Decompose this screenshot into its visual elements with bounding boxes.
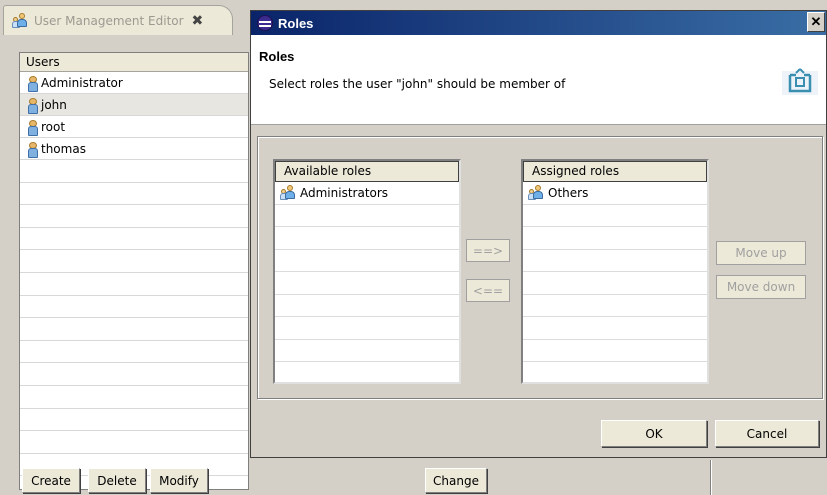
ok-button[interactable]: OK — [601, 420, 707, 447]
available-roles-list[interactable]: Available roles Administrators — [273, 159, 461, 384]
assigned-roles-header[interactable]: Assigned roles — [523, 161, 707, 182]
table-row — [20, 409, 248, 432]
role-name: Administrators — [300, 185, 389, 200]
editor-tab[interactable]: User Management Editor ✖ — [3, 5, 233, 35]
table-row — [20, 363, 248, 386]
dialog-message: Select roles the user "john" should be m… — [269, 77, 566, 91]
list-item — [275, 205, 459, 227]
list-item — [275, 227, 459, 250]
list-item — [275, 317, 459, 340]
list-item — [523, 205, 707, 227]
dialog-titlebar[interactable]: Roles ✕ — [251, 11, 826, 35]
user-row-thomas[interactable]: thomas — [20, 138, 248, 160]
table-row — [20, 296, 248, 319]
user-name: john — [41, 97, 67, 112]
list-item — [523, 272, 707, 295]
table-row — [20, 160, 248, 183]
list-item — [275, 340, 459, 362]
dialog-window-title: Roles — [278, 15, 314, 31]
modify-button[interactable]: Modify — [150, 468, 208, 493]
list-item — [275, 295, 459, 317]
users-column-header[interactable]: Users — [20, 53, 248, 72]
assigned-roles-list[interactable]: Assigned roles Others — [521, 159, 709, 384]
eclipse-icon — [257, 15, 273, 31]
list-item — [275, 250, 459, 272]
move-down-button[interactable]: Move down — [716, 275, 806, 299]
table-row — [20, 431, 248, 454]
table-row — [20, 250, 248, 273]
list-item[interactable]: Others — [523, 182, 707, 205]
add-role-button[interactable]: ==> — [466, 239, 510, 262]
table-row — [20, 228, 248, 251]
table-row — [20, 205, 248, 228]
table-row — [20, 341, 248, 364]
group-icon — [280, 185, 296, 201]
list-item[interactable]: Administrators — [275, 182, 459, 205]
list-item — [523, 340, 707, 362]
dialog-header: Roles Select roles the user "john" shoul… — [251, 35, 826, 125]
create-button[interactable]: Create — [22, 468, 80, 493]
group-icon — [528, 185, 544, 201]
divider — [710, 460, 712, 495]
table-row — [20, 318, 248, 341]
user-icon — [27, 75, 38, 92]
delete-button[interactable]: Delete — [88, 468, 146, 493]
user-icon — [27, 119, 38, 136]
editor-body: Users Administrator john root thomas — [0, 35, 250, 495]
user-row-administrator[interactable]: Administrator — [20, 72, 248, 94]
list-item — [275, 272, 459, 295]
change-button[interactable]: Change — [425, 468, 487, 493]
editor-tab-title: User Management Editor — [34, 13, 184, 28]
list-item — [523, 295, 707, 317]
close-icon[interactable]: ✖ — [192, 13, 204, 29]
user-icon — [27, 141, 38, 158]
table-row — [20, 273, 248, 296]
editor-tab-strip: User Management Editor ✖ — [0, 0, 260, 36]
user-row-root[interactable]: root — [20, 116, 248, 138]
remove-role-button[interactable]: <== — [466, 279, 510, 302]
wizard-banner-icon — [782, 68, 818, 95]
move-up-button[interactable]: Move up — [716, 241, 806, 265]
roles-dialog: Roles ✕ Roles Select roles the user "joh… — [250, 10, 827, 458]
editor-group-icon — [12, 13, 28, 28]
user-row-john[interactable]: john — [20, 94, 248, 116]
user-name: thomas — [41, 141, 86, 156]
user-name: root — [41, 119, 66, 134]
user-icon — [27, 97, 38, 114]
users-table[interactable]: Users Administrator john root thomas — [19, 52, 249, 490]
role-name: Others — [548, 185, 589, 200]
list-item — [523, 227, 707, 250]
table-row — [20, 386, 248, 409]
bottom-strip — [250, 460, 827, 495]
list-item — [275, 362, 459, 382]
close-icon[interactable]: ✕ — [807, 12, 825, 32]
list-item — [523, 317, 707, 340]
table-row — [20, 183, 248, 206]
list-item — [523, 362, 707, 382]
page-title: Roles — [259, 49, 295, 64]
available-roles-header[interactable]: Available roles — [275, 161, 459, 182]
cancel-button[interactable]: Cancel — [715, 420, 819, 447]
user-name: Administrator — [41, 75, 123, 90]
list-item — [523, 250, 707, 272]
